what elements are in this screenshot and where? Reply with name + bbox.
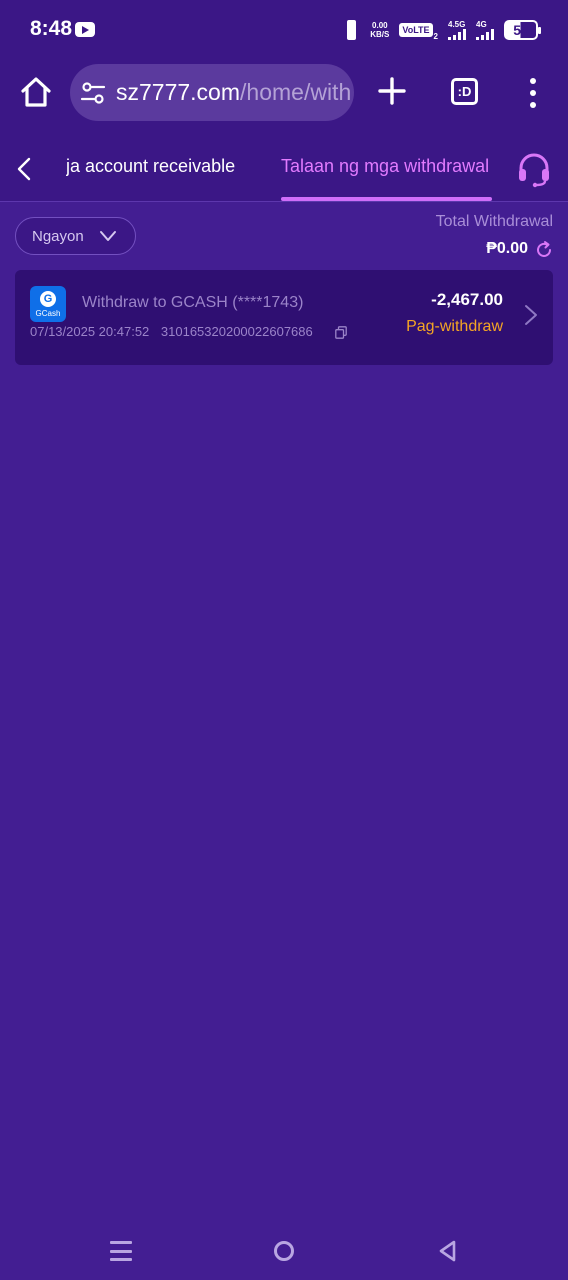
signal-icon-1: 4.5G bbox=[448, 20, 466, 40]
browser-toolbar: sz7777.com/home/with :D bbox=[0, 60, 568, 126]
site-settings-icon[interactable] bbox=[80, 80, 106, 106]
youtube-notification-icon bbox=[75, 22, 95, 37]
active-tab-indicator bbox=[281, 197, 492, 201]
back-button[interactable] bbox=[10, 154, 40, 184]
record-meta: 07/13/2025 20:47:52 31016532020002260768… bbox=[30, 324, 313, 339]
customer-support-button[interactable] bbox=[514, 150, 554, 190]
date-filter-value: Ngayon bbox=[32, 227, 84, 245]
record-datetime: 07/13/2025 20:47:52 bbox=[30, 324, 150, 339]
copy-icon[interactable] bbox=[335, 326, 347, 339]
vibrate-icon bbox=[342, 19, 360, 41]
home-icon bbox=[21, 77, 51, 107]
system-nav-bar bbox=[0, 1225, 568, 1280]
volte-sim-number: 2 bbox=[433, 31, 438, 41]
tab-switcher-button[interactable]: :D bbox=[451, 78, 478, 105]
signal-icon-2: 4G bbox=[476, 20, 494, 40]
chevron-down-icon bbox=[100, 231, 116, 241]
url-text[interactable]: sz7777.com/home/with bbox=[116, 79, 351, 106]
status-bar: 8:48 0.00 KB/S VoLTE 2 4.5G 4G 53 bbox=[0, 0, 568, 60]
headset-icon bbox=[519, 153, 549, 188]
date-filter-dropdown[interactable]: Ngayon bbox=[15, 217, 136, 255]
total-withdrawal-amount: ₱0.00 bbox=[486, 240, 528, 257]
record-amount: -2,467.00 bbox=[431, 290, 503, 309]
recent-apps-button[interactable] bbox=[110, 1241, 132, 1261]
record-order-id: 310165320200022607686 bbox=[160, 324, 313, 339]
url-bar[interactable]: sz7777.com/home/with bbox=[70, 64, 354, 121]
refresh-icon[interactable] bbox=[534, 240, 554, 260]
plus-icon bbox=[378, 77, 406, 105]
home-nav-button[interactable] bbox=[274, 1241, 294, 1261]
volte-badge: VoLTE bbox=[399, 23, 433, 37]
new-tab-button[interactable] bbox=[374, 73, 410, 109]
chevron-right-icon bbox=[525, 305, 537, 325]
home-button[interactable] bbox=[18, 74, 54, 110]
page-header: ja account receivable Talaan ng mga with… bbox=[0, 142, 568, 202]
chevron-left-icon bbox=[17, 157, 31, 181]
status-indicators: 0.00 KB/S VoLTE 2 4.5G 4G 53 bbox=[342, 18, 541, 42]
tab-withdrawal-records[interactable]: Talaan ng mga withdrawal bbox=[281, 156, 489, 177]
gcash-logo: G GCash bbox=[30, 286, 66, 322]
record-title: Withdraw to GCASH (****1743) bbox=[82, 294, 304, 311]
back-nav-button[interactable] bbox=[436, 1239, 458, 1263]
network-speed: 0.00 KB/S bbox=[370, 21, 390, 39]
tab-account-receivable[interactable]: ja account receivable bbox=[66, 156, 246, 177]
record-status: Pag-withdraw bbox=[406, 318, 503, 335]
battery-icon: 53 bbox=[504, 20, 541, 40]
more-options-button[interactable] bbox=[520, 78, 546, 108]
withdrawal-record[interactable]: G GCash Withdraw to GCASH (****1743) 07/… bbox=[15, 270, 553, 365]
browser-chrome: 8:48 0.00 KB/S VoLTE 2 4.5G 4G 53 sz7777… bbox=[0, 0, 568, 142]
status-time: 8:48 bbox=[30, 17, 73, 40]
total-withdrawal-label: Total Withdrawal bbox=[435, 213, 553, 230]
